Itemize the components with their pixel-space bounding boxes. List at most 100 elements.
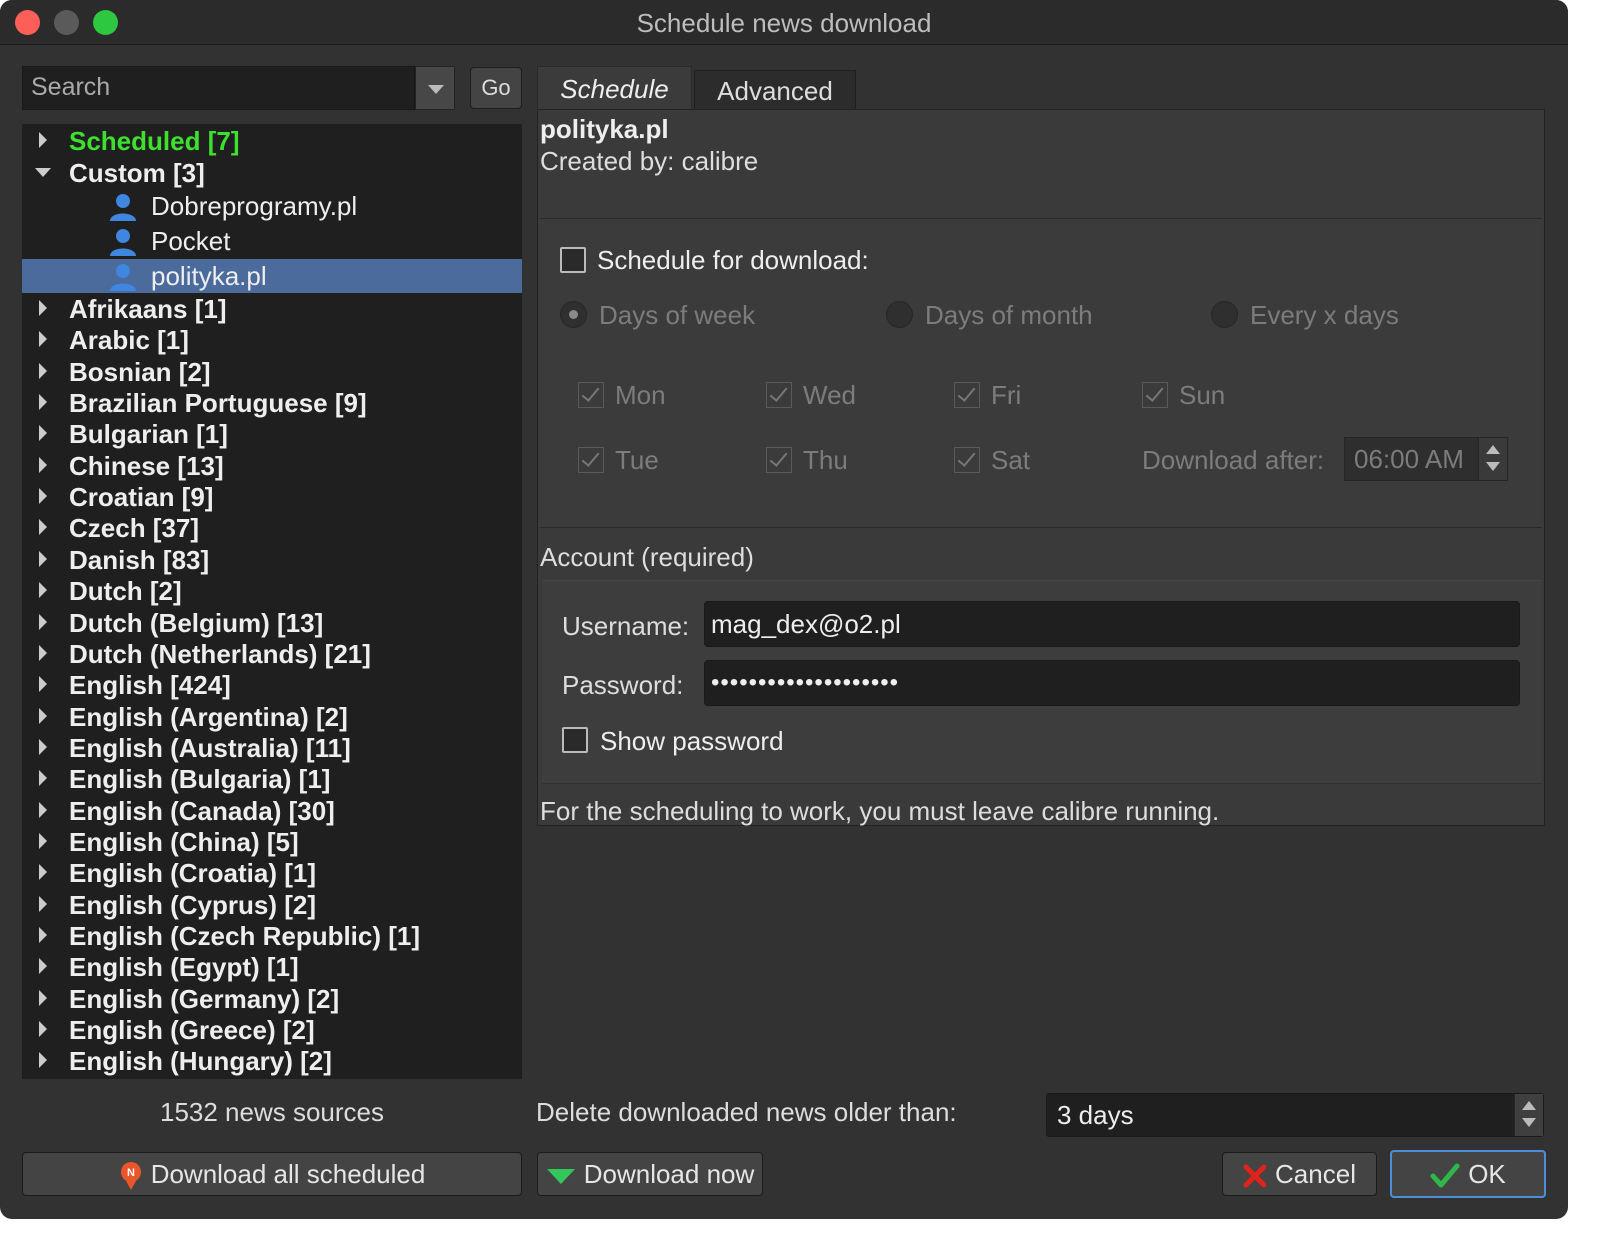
expand-arrow-icon[interactable] [39, 132, 47, 148]
expand-arrow-icon[interactable] [39, 519, 47, 535]
tab-advanced[interactable]: Advanced [694, 70, 856, 110]
expand-arrow-icon[interactable] [39, 394, 47, 410]
expand-arrow-icon[interactable] [39, 864, 47, 880]
search-field[interactable] [22, 66, 419, 110]
expand-arrow-icon[interactable] [39, 770, 47, 786]
username-field[interactable]: mag_dex@o2.pl [704, 601, 1520, 647]
days-of-week-radio[interactable] [560, 301, 587, 328]
expand-arrow-icon[interactable] [39, 582, 47, 598]
expand-arrow-icon[interactable] [39, 551, 47, 567]
expand-arrow-icon[interactable] [39, 614, 47, 630]
tree-item-label: Pocket [151, 226, 231, 256]
tree-item-language[interactable]: English (Croatia) [1] [22, 856, 522, 890]
sat-checkbox[interactable] [954, 447, 980, 473]
tree-item-language[interactable]: Bulgarian [1] [22, 417, 522, 451]
tree-item-language[interactable]: Chinese [13] [22, 449, 522, 483]
thu-checkbox[interactable] [766, 447, 792, 473]
tree-item-language[interactable]: Dutch [2] [22, 574, 522, 608]
delete-older-spinbox[interactable]: 3 days [1046, 1093, 1544, 1137]
expand-arrow-icon[interactable] [39, 990, 47, 1006]
days-of-month-radio[interactable] [886, 301, 913, 328]
password-label: Password: [562, 670, 684, 700]
ok-button[interactable]: OK [1390, 1150, 1546, 1198]
tree-item-language[interactable]: Croatian [9] [22, 480, 522, 514]
go-button[interactable]: Go [470, 67, 522, 109]
tree-item-language[interactable]: Brazilian Portuguese [9] [22, 386, 522, 420]
recipe-tree[interactable]: Scheduled [7] Custom [3] Dobreprogramy.p… [22, 124, 522, 1079]
expand-arrow-icon[interactable] [39, 927, 47, 943]
cancel-button[interactable]: Cancel [1222, 1152, 1377, 1196]
tree-item-language[interactable]: English (Germany) [2] [22, 982, 522, 1016]
tree-item-language[interactable]: English (Greece) [2] [22, 1013, 522, 1047]
spin-up-icon[interactable] [1486, 445, 1500, 454]
spin-up-icon[interactable] [1522, 1101, 1536, 1110]
fri-checkbox[interactable] [954, 382, 980, 408]
days-spinner[interactable] [1514, 1094, 1543, 1136]
tree-item-language[interactable]: English (Argentina) [2] [22, 700, 522, 734]
spin-down-icon[interactable] [1522, 1118, 1536, 1127]
download-all-scheduled-button[interactable]: N Download all scheduled [22, 1152, 522, 1196]
expand-arrow-icon[interactable] [39, 457, 47, 473]
expand-arrow-icon[interactable] [39, 331, 47, 347]
close-icon [1243, 1164, 1267, 1188]
expand-arrow-icon[interactable] [39, 676, 47, 692]
every-x-days-radio[interactable] [1211, 301, 1238, 328]
delete-older-value: 3 days [1057, 1100, 1134, 1130]
expand-arrow-icon[interactable] [39, 896, 47, 912]
tree-item-polityka[interactable]: polityka.pl [22, 259, 522, 293]
expand-arrow-icon[interactable] [39, 833, 47, 849]
user-icon [110, 264, 136, 291]
expand-arrow-icon[interactable] [39, 1021, 47, 1037]
expand-arrow-icon[interactable] [39, 645, 47, 661]
tree-item-language[interactable]: English (Australia) [11] [22, 731, 522, 765]
tab-schedule[interactable]: Schedule [537, 66, 692, 110]
tree-item-language[interactable]: Czech [37] [22, 511, 522, 545]
tue-checkbox[interactable] [578, 447, 604, 473]
tree-item-language[interactable]: English (China) [5] [22, 825, 522, 859]
download-after-time-field[interactable]: 06:00 AM [1344, 437, 1508, 481]
expand-arrow-icon[interactable] [39, 958, 47, 974]
tree-item-language[interactable]: Arabic [1] [22, 323, 522, 357]
collapse-arrow-icon[interactable] [35, 168, 51, 177]
expand-arrow-icon[interactable] [39, 363, 47, 379]
tree-item-language[interactable]: Dutch (Belgium) [13] [22, 606, 522, 640]
expand-arrow-icon[interactable] [39, 425, 47, 441]
tree-item-language[interactable]: Bosnian [2] [22, 355, 522, 389]
tree-item-label: Croatian [9] [69, 482, 214, 512]
expand-arrow-icon[interactable] [39, 802, 47, 818]
expand-arrow-icon[interactable] [39, 708, 47, 724]
download-now-button[interactable]: Download now [537, 1152, 763, 1196]
tree-item-custom[interactable]: Custom [3] [22, 156, 522, 190]
sun-checkbox[interactable] [1142, 382, 1168, 408]
tree-item-language[interactable]: English (Cyprus) [2] [22, 888, 522, 922]
schedule-for-download-checkbox[interactable] [560, 247, 586, 273]
show-password-checkbox[interactable] [562, 727, 588, 753]
tree-item-language[interactable]: English (Egypt) [1] [22, 950, 522, 984]
expand-arrow-icon[interactable] [39, 739, 47, 755]
tree-item-language[interactable]: Danish [83] [22, 543, 522, 577]
expand-arrow-icon[interactable] [39, 300, 47, 316]
time-spinner[interactable] [1478, 438, 1507, 480]
password-field[interactable]: •••••••••••••••••••• [704, 660, 1520, 706]
tree-item-language[interactable]: English [424] [22, 668, 522, 702]
wed-checkbox[interactable] [766, 382, 792, 408]
tree-item-dobreprogramy[interactable]: Dobreprogramy.pl [22, 189, 522, 223]
expand-arrow-icon[interactable] [39, 488, 47, 504]
spin-down-icon[interactable] [1486, 462, 1500, 471]
search-input[interactable] [23, 67, 419, 108]
schedule-for-download-label: Schedule for download: [597, 245, 869, 275]
tree-item-language[interactable]: English (Czech Republic) [1] [22, 919, 522, 953]
tree-item-language[interactable]: Afrikaans [1] [22, 292, 522, 326]
tree-item-language[interactable]: English (Hungary) [2] [22, 1044, 522, 1078]
download-all-label: Download all scheduled [150, 1159, 426, 1189]
tree-item-language[interactable]: Dutch (Netherlands) [21] [22, 637, 522, 671]
tree-item-language[interactable]: English (Bulgaria) [1] [22, 762, 522, 796]
expand-arrow-icon[interactable] [39, 1052, 47, 1068]
mon-checkbox[interactable] [578, 382, 604, 408]
wed-label: Wed [803, 380, 856, 410]
tree-item-scheduled[interactable]: Scheduled [7] [22, 124, 522, 158]
tree-item-language[interactable]: English (Canada) [30] [22, 794, 522, 828]
search-history-dropdown[interactable] [415, 66, 455, 110]
chevron-down-icon [428, 85, 444, 94]
tree-item-pocket[interactable]: Pocket [22, 224, 522, 258]
